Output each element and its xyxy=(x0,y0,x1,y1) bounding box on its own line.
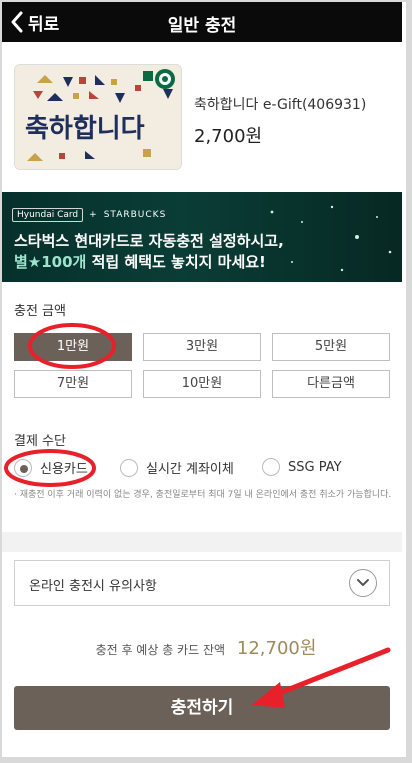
gift-name: 축하합니다 e-Gift(406931) xyxy=(194,97,367,113)
notice-accordion[interactable]: 온라인 충전시 유의사항 xyxy=(14,560,390,606)
promo-banner[interactable]: Hyundai Card + STARBUCKS 스타벅스 현대카드로 자동충전… xyxy=(2,192,402,282)
gift-card-art: 축하합니다 xyxy=(15,65,181,169)
banner-line-2: 별★100개 적립 혜택도 놓치지 마세요! xyxy=(14,251,266,272)
brand-plus: + xyxy=(89,210,98,220)
banner-line-2-rest: 적립 혜택도 놓치지 마세요! xyxy=(86,253,266,271)
payment-label: 결제 수단 xyxy=(14,434,66,449)
hyundai-card-logo: Hyundai Card xyxy=(12,208,84,222)
charge-button[interactable]: 충전하기 xyxy=(14,686,390,730)
amount-option-100000[interactable]: 10만원 xyxy=(143,370,261,398)
page-title: 일반 충전 xyxy=(167,16,237,36)
chevron-down-icon[interactable] xyxy=(349,569,377,597)
card-art-text: 축하합니다 xyxy=(25,114,145,144)
gift-price: 2,700원 xyxy=(194,126,263,147)
payment-option-label: 실시간 계좌이체 xyxy=(146,462,234,477)
amount-option-10000[interactable]: 1만원 xyxy=(14,333,132,361)
banner-brand: Hyundai Card + STARBUCKS xyxy=(12,208,166,222)
amount-option-custom[interactable]: 다른금액 xyxy=(272,370,390,398)
gift-card-image: 축하합니다 xyxy=(14,64,182,170)
payment-bank-transfer[interactable]: 실시간 계좌이체 xyxy=(120,458,234,477)
radio-icon xyxy=(120,458,138,477)
payment-option-label: SSG PAY xyxy=(288,459,342,475)
balance-label: 충전 후 예상 총 카드 잔액 xyxy=(95,643,226,657)
accordion-label: 온라인 충전시 유의사항 xyxy=(29,579,157,594)
banner-line-1: 스타벅스 현대카드로 자동충전 설정하시고, xyxy=(14,232,284,250)
top-bar: 뒤로 일반 충전 xyxy=(2,2,402,42)
amount-option-70000[interactable]: 7만원 xyxy=(14,370,132,398)
banner-highlight: 별★100개 xyxy=(14,253,87,271)
starbucks-logo-icon xyxy=(155,69,175,89)
payment-ssg-pay[interactable]: SSG PAY xyxy=(262,458,342,476)
balance-amount: 12,700원 xyxy=(236,638,317,659)
radio-icon xyxy=(262,458,280,476)
payment-notice: · 재충전 이후 거래 이력이 없는 경우, 충전일로부터 최대 7일 내 온라… xyxy=(14,490,392,500)
starbucks-wordmark: STARBUCKS xyxy=(103,210,167,220)
payment-option-label: 신용카드 xyxy=(40,462,88,477)
expected-balance: 충전 후 예상 총 카드 잔액 12,700원 xyxy=(0,634,412,660)
section-divider xyxy=(2,532,402,552)
radio-selected-icon xyxy=(14,458,32,477)
amount-label: 충전 금액 xyxy=(14,304,66,319)
amount-option-50000[interactable]: 5만원 xyxy=(272,333,390,361)
amount-option-30000[interactable]: 3만원 xyxy=(143,333,261,361)
payment-credit-card[interactable]: 신용카드 xyxy=(14,458,88,477)
gift-card-section: 축하합니다 축하합니다 e-Gift(406931) 2,700원 xyxy=(2,42,402,192)
